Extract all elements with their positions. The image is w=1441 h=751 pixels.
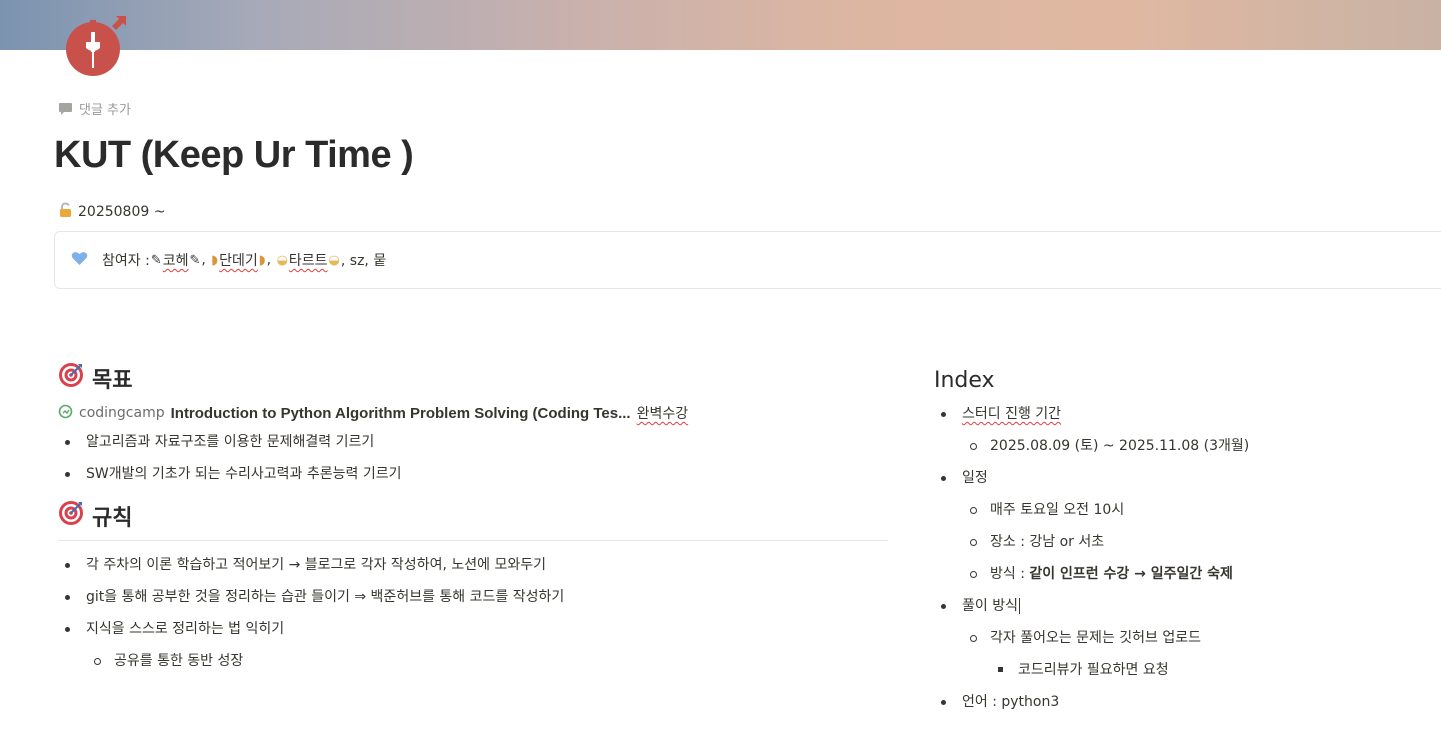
add-comment-button[interactable]: 댓글 추가 [58, 99, 131, 118]
date-row[interactable]: 20250809 ~ [58, 202, 165, 222]
solve-subsublist: 코드리뷰가 필요하면 요청 [934, 654, 1434, 686]
language-list: 언어 : python3 [934, 686, 1434, 718]
participant-2: 단데기 [219, 253, 258, 269]
participant-1: 코헤 [162, 253, 189, 269]
stopwatch-icon[interactable] [62, 14, 128, 80]
solve-sub-item[interactable]: 각자 풀어오는 문제는 깃허브 업로드 [934, 622, 1434, 654]
goal-item-1-text: 알고리즘과 자료구조를 이용한 문제해결력 기르기 [86, 434, 375, 450]
link-source: codingcamp [79, 405, 165, 421]
goal-list: 알고리즘과 자료구조를 이용한 문제해결력 기르기 SW개발의 기초가 되는 수… [58, 426, 888, 490]
page-title[interactable]: KUT (Keep Ur Time ) [54, 134, 414, 177]
cupcake-emoji: ◒ [328, 252, 340, 268]
schedule-place-text: 장소 : 강남 or 서초 [990, 534, 1105, 550]
goal-item-2[interactable]: SW개발의 기초가 되는 수리사고력과 추론능력 기르기 [58, 458, 888, 490]
left-column: 목표 codingcamp Introduction to Python Alg… [58, 360, 888, 677]
rules-heading[interactable]: 규칙 [58, 498, 888, 534]
schedule-method-text: 같이 인프런 수강 → 일주일간 숙제 [1029, 566, 1233, 582]
pen-emoji: ✎ [189, 252, 201, 268]
schedule-time[interactable]: 매주 토요일 오전 10시 [934, 494, 1434, 526]
page-cover[interactable] [0, 0, 1441, 50]
cupcake-emoji: ◒ [276, 252, 288, 268]
schedule-place[interactable]: 장소 : 강남 or 서초 [934, 526, 1434, 558]
rule-item-2[interactable]: git을 통해 공부한 것을 정리하는 습관 들이기 ⇒ 백준허브를 통해 코드… [58, 581, 888, 613]
heart-icon [71, 251, 88, 270]
rules-heading-text: 규칙 [92, 506, 133, 531]
solve-sublist: 각자 풀어오는 문제는 깃허브 업로드 [934, 622, 1434, 654]
period-value[interactable]: 2025.08.09 (토) ~ 2025.11.08 (3개월) [934, 430, 1434, 462]
course-link[interactable]: codingcamp Introduction to Python Algori… [58, 400, 888, 426]
period-value-text: 2025.08.09 (토) ~ 2025.11.08 (3개월) [990, 438, 1250, 454]
rule-sub-item[interactable]: 공유를 통한 동반 성장 [58, 645, 888, 677]
link-suffix: 완벽수강 [636, 406, 689, 422]
link-icon [58, 404, 73, 423]
language-text: 언어 : python3 [962, 694, 1060, 710]
period-label: 스터디 진행 기간 [962, 406, 1062, 422]
rule-item-1-text: 각 주차의 이론 학습하고 적어보기 → 블로그로 각자 작성하여, 노션에 모… [86, 557, 546, 573]
schedule-method-prefix: 방식 : [990, 566, 1030, 582]
comment-icon [58, 102, 73, 116]
right-column: Index 스터디 진행 기간 2025.08.09 (토) ~ 2025.11… [934, 362, 1434, 718]
target-icon [58, 500, 84, 532]
participants-callout[interactable]: 참여자 : ✎ 코헤 ✎, ◗ 단데기 ◗, ◒ 타르트 ◒ , sz, 뭍 [54, 231, 1441, 289]
solve-subsub-item-text: 코드리뷰가 필요하면 요청 [1018, 662, 1169, 678]
index-heading[interactable]: Index [934, 362, 1434, 398]
rules-list: 각 주차의 이론 학습하고 적어보기 → 블로그로 각자 작성하여, 노션에 모… [58, 549, 888, 645]
goal-heading-text: 목표 [92, 368, 133, 393]
participant-3: 타르트 [288, 253, 328, 269]
add-comment-label: 댓글 추가 [79, 103, 131, 118]
croissant-emoji: ◗ [258, 252, 266, 268]
goal-item-2-text: SW개발의 기초가 되는 수리사고력과 추론능력 기르기 [86, 466, 402, 482]
schedule-time-text: 매주 토요일 오전 10시 [990, 502, 1125, 518]
lock-icon [58, 202, 73, 222]
period-sublist: 2025.08.09 (토) ~ 2025.11.08 (3개월) [934, 430, 1434, 462]
solve-subsub-item[interactable]: 코드리뷰가 필요하면 요청 [934, 654, 1434, 686]
rule-item-3-text: 지식을 스스로 정리하는 법 익히기 [86, 621, 285, 637]
schedule-method[interactable]: 방식 : 같이 인프런 수강 → 일주일간 숙제 [934, 558, 1434, 590]
schedule-list: 일정 [934, 462, 1434, 494]
language-item[interactable]: 언어 : python3 [934, 686, 1434, 718]
schedule-sublist: 매주 토요일 오전 10시 장소 : 강남 or 서초 방식 : 같이 인프런 … [934, 494, 1434, 590]
participants-prefix: 참여자 : [102, 253, 150, 269]
period-item[interactable]: 스터디 진행 기간 [934, 398, 1434, 430]
goal-item-1[interactable]: 알고리즘과 자료구조를 이용한 문제해결력 기르기 [58, 426, 888, 458]
rules-sublist: 공유를 통한 동반 성장 [58, 645, 888, 677]
pen-emoji: ✎ [150, 252, 162, 268]
rule-item-2-text: git을 통해 공부한 것을 정리하는 습관 들이기 ⇒ 백준허브를 통해 코드… [86, 589, 565, 605]
participants-rest: , sz, 뭍 [340, 253, 387, 269]
goal-heading[interactable]: 목표 [58, 360, 888, 396]
schedule-item[interactable]: 일정 [934, 462, 1434, 494]
rule-item-3[interactable]: 지식을 스스로 정리하는 법 익히기 [58, 613, 888, 645]
rule-item-1[interactable]: 각 주차의 이론 학습하고 적어보기 → 블로그로 각자 작성하여, 노션에 모… [58, 549, 888, 581]
solve-sub-item-text: 각자 풀어오는 문제는 깃허브 업로드 [990, 630, 1201, 646]
link-title: Introduction to Python Algorithm Problem… [170, 404, 631, 422]
schedule-label: 일정 [962, 470, 988, 486]
solve-item[interactable]: 풀이 방식 [934, 590, 1434, 622]
croissant-emoji: ◗ [211, 252, 219, 268]
solve-label: 풀이 방식 [962, 598, 1018, 614]
solve-list: 풀이 방식 [934, 590, 1434, 622]
rule-sub-item-text: 공유를 통한 동반 성장 [114, 653, 244, 669]
divider [58, 540, 888, 541]
index-list: 스터디 진행 기간 [934, 398, 1434, 430]
text-caret [1018, 598, 1020, 614]
target-icon [58, 362, 84, 394]
date-text: 20250809 ~ [78, 204, 166, 220]
